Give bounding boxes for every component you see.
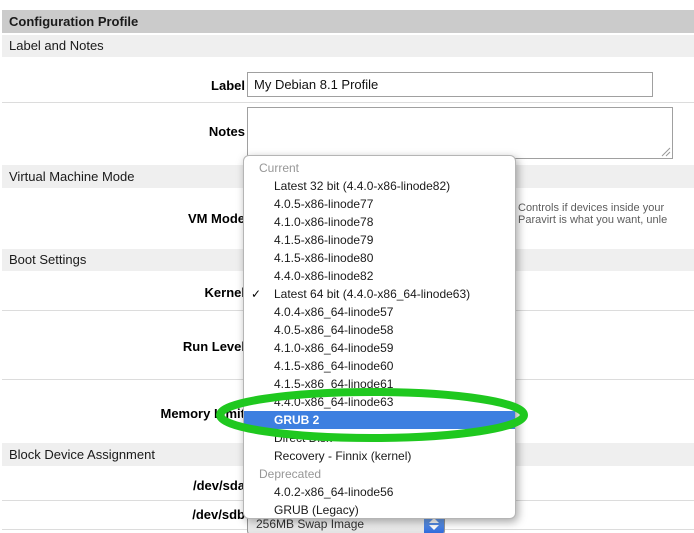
kernel-option[interactable]: ✓Latest 64 bit (4.4.0-x86_64-linode63) xyxy=(244,285,515,303)
kernel-dropdown-list: CurrentLatest 32 bit (4.4.0-x86-linode82… xyxy=(244,159,515,519)
notes-field-label: Notes xyxy=(0,124,245,139)
kernel-option[interactable]: 4.4.0-x86_64-linode63 xyxy=(244,393,515,411)
kernel-option[interactable]: Direct Disk xyxy=(244,429,515,447)
kernel-option[interactable]: 4.0.4-x86_64-linode57 xyxy=(244,303,515,321)
vm-mode-field-label: VM Mode xyxy=(0,211,245,226)
sdb-image-select-value: 256MB Swap Image xyxy=(256,517,364,531)
kernel-option[interactable]: Recovery - Finnix (kernel) xyxy=(244,447,515,465)
run-level-field-label: Run Level xyxy=(0,339,245,354)
kernel-option[interactable]: GRUB 2 xyxy=(244,411,515,429)
vm-mode-help-line1: Controls if devices inside your xyxy=(518,203,694,215)
kernel-field-label: Kernel xyxy=(0,285,245,300)
section-header-label-and-notes: Label and Notes xyxy=(2,35,694,57)
vm-mode-help-text: Controls if devices inside your Paravirt… xyxy=(518,203,694,226)
memory-limit-field-label: Memory Limit xyxy=(0,406,245,421)
kernel-group-header: Deprecated xyxy=(244,465,515,483)
label-field-label: Label xyxy=(0,78,245,93)
label-input[interactable] xyxy=(247,72,653,97)
page-title: Configuration Profile xyxy=(2,10,694,33)
textarea-resize-grip-icon[interactable] xyxy=(660,146,671,157)
kernel-option[interactable]: 4.1.0-x86_64-linode59 xyxy=(244,339,515,357)
kernel-option[interactable]: 4.1.0-x86-linode78 xyxy=(244,213,515,231)
kernel-option[interactable]: 4.1.5-x86_64-linode60 xyxy=(244,357,515,375)
notes-textarea[interactable] xyxy=(247,107,673,159)
kernel-option[interactable]: 4.0.2-x86_64-linode56 xyxy=(244,483,515,501)
row-separator xyxy=(2,102,694,103)
kernel-group-header: Current xyxy=(244,159,515,177)
kernel-option[interactable]: 4.1.5-x86-linode79 xyxy=(244,231,515,249)
kernel-option[interactable]: Latest 32 bit (4.4.0-x86-linode82) xyxy=(244,177,515,195)
configuration-profile-page: Configuration Profile Label and Notes La… xyxy=(0,0,694,533)
kernel-option[interactable]: 4.4.0-x86-linode82 xyxy=(244,267,515,285)
checkmark-icon: ✓ xyxy=(251,285,261,303)
kernel-option[interactable]: 4.1.5-x86_64-linode61 xyxy=(244,375,515,393)
kernel-option[interactable]: 4.0.5-x86-linode77 xyxy=(244,195,515,213)
kernel-dropdown: CurrentLatest 32 bit (4.4.0-x86-linode82… xyxy=(243,155,516,519)
dev-sdb-field-label: /dev/sdb xyxy=(0,507,245,522)
dev-sda-field-label: /dev/sda xyxy=(0,478,245,493)
kernel-option[interactable]: GRUB (Legacy) xyxy=(244,501,515,519)
kernel-option[interactable]: 4.1.5-x86-linode80 xyxy=(244,249,515,267)
vm-mode-help-line2: Paravirt is what you want, unle xyxy=(518,215,694,227)
kernel-option[interactable]: 4.0.5-x86_64-linode58 xyxy=(244,321,515,339)
